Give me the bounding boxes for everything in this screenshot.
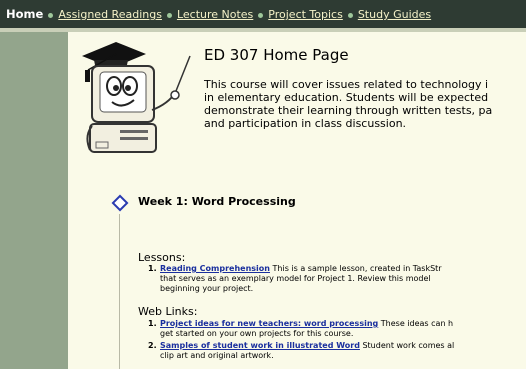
weblink-body: Project ideas for new teachers: word pro…	[160, 319, 453, 339]
timeline-line	[119, 214, 120, 369]
lesson-description: This is a sample lesson, created in Task…	[269, 264, 442, 273]
lesson-description: beginning your project.	[160, 284, 254, 293]
nav-lecture-notes-link[interactable]: Lecture Notes	[177, 8, 253, 21]
weblink-description: These ideas can h	[378, 319, 454, 328]
intro-line: and participation in class discussion.	[204, 117, 407, 130]
weblinks-label: Web Links:	[138, 305, 198, 318]
weblink-description: Student work comes al	[359, 341, 455, 350]
nav-project-topics-link[interactable]: Project Topics	[268, 8, 343, 21]
intro-line: This course will cover issues related to…	[204, 78, 489, 91]
nav-assigned-readings-link[interactable]: Assigned Readings	[58, 8, 162, 21]
weblink-body: Samples of student work in illustrated W…	[160, 341, 454, 361]
intro-paragraph: This course will cover issues related to…	[204, 78, 526, 130]
lesson-body: Reading Comprehension This is a sample l…	[160, 264, 442, 294]
weblink-number: 2.	[148, 341, 157, 350]
nav-separator-dot-icon	[347, 12, 353, 18]
main-content: ED 307 Home Page This course will cover …	[68, 32, 526, 369]
left-sidebar	[0, 32, 68, 369]
nav-separator-dot-icon	[258, 12, 264, 18]
weblink-project-ideas[interactable]: Project ideas for new teachers: word pro…	[160, 319, 378, 328]
lesson-link-reading-comprehension[interactable]: Reading Comprehension	[160, 264, 270, 273]
nav-separator-dot-icon	[48, 12, 54, 18]
page-title: ED 307 Home Page	[204, 46, 349, 64]
diamond-bullet-icon	[111, 194, 129, 212]
intro-line: demonstrate their learning through writt…	[204, 104, 493, 117]
computer-mascot-graduation-cap-icon	[82, 42, 191, 153]
week-title: Week 1: Word Processing	[138, 195, 296, 208]
nav-study-guides-link[interactable]: Study Guides	[358, 8, 431, 21]
lessons-label: Lessons:	[138, 251, 186, 264]
nav-separator-dot-icon	[166, 12, 172, 18]
nav-home-link[interactable]: Home	[6, 7, 43, 21]
nav-row: Home Assigned Readings Lecture Notes Projec…	[6, 7, 431, 21]
weblink-description: get started on your own projects for thi…	[160, 329, 354, 338]
intro-line: in elementary education. Students will b…	[204, 91, 489, 104]
weblink-number: 1.	[148, 319, 157, 328]
weblink-student-samples[interactable]: Samples of student work in illustrated W…	[160, 341, 360, 350]
lesson-description: that serves as an exemplary model for Pr…	[160, 274, 431, 283]
weblink-description: clip art and original artwork.	[160, 351, 274, 360]
lesson-number: 1.	[148, 264, 157, 273]
top-navigation-bar: Home Assigned Readings Lecture Notes Projec…	[0, 0, 526, 32]
